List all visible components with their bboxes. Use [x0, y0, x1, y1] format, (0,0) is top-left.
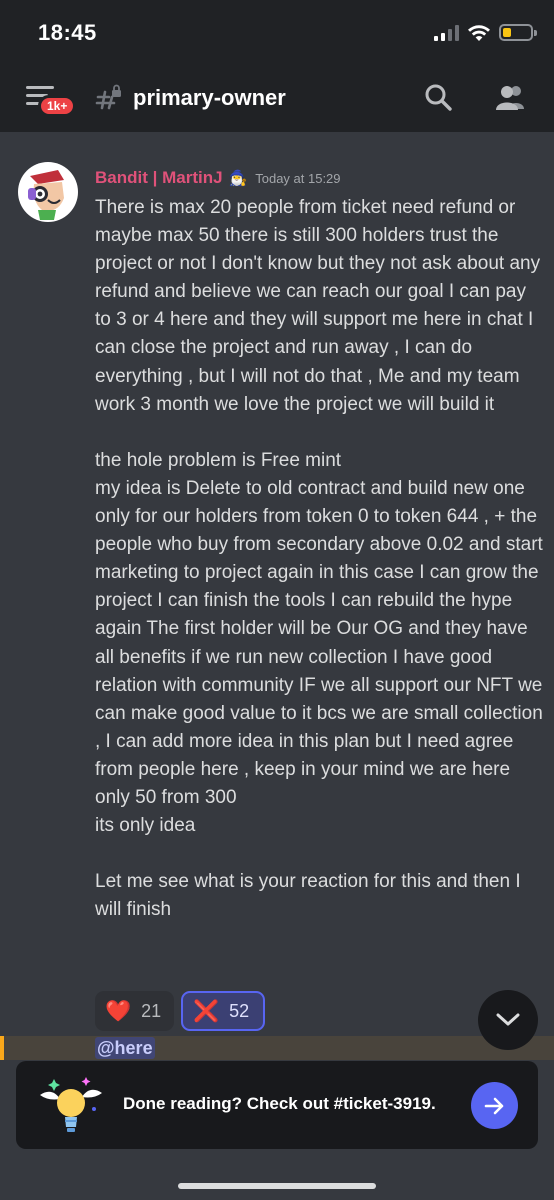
jump-to-bottom-button[interactable] — [478, 990, 538, 1050]
search-icon[interactable] — [424, 83, 452, 111]
message-body: There is max 20 people from ticket need … — [95, 194, 545, 924]
next-channel-banner[interactable]: Done reading? Check out #ticket-3919. — [16, 1061, 538, 1149]
here-mention[interactable]: @here — [95, 1037, 155, 1059]
reaction-heart[interactable]: ❤️ 21 — [95, 991, 174, 1031]
reaction-count: 21 — [141, 1000, 162, 1021]
message-header: Bandit | MartinJ 🧙‍♂️ Today at 15:29 — [95, 168, 341, 192]
arrow-right-icon — [484, 1097, 503, 1114]
chevron-down-icon — [496, 1013, 520, 1026]
message-paragraph: the hole problem is Free mint — [95, 449, 342, 471]
message-paragraph: There is max 20 people from ticket need … — [95, 197, 541, 415]
message-timestamp: Today at 15:29 — [255, 170, 341, 186]
go-to-channel-button[interactable] — [471, 1082, 518, 1129]
message-paragraph: Let me see what is your reaction for thi… — [95, 871, 521, 921]
members-icon[interactable] — [494, 83, 526, 111]
banner-text: Done reading? Check out #ticket-3919. — [123, 1094, 436, 1113]
clock: 18:45 — [38, 20, 97, 45]
winged-lightbulb-icon — [40, 1077, 102, 1132]
unread-badge: 1k+ — [38, 95, 77, 117]
author-role-emoji: 🧙‍♂️ — [228, 170, 248, 187]
heart-emoji-icon: ❤️ — [105, 999, 132, 1023]
author-avatar[interactable] — [18, 162, 78, 222]
cross-mark-emoji-icon: ❌ — [193, 999, 220, 1023]
reaction-cross[interactable]: ❌ 52 — [181, 991, 265, 1031]
message-paragraph: its only idea — [95, 815, 196, 837]
channel-name: primary-owner — [133, 85, 286, 110]
message-paragraph: my idea is Delete to old contract and bu… — [95, 477, 543, 808]
battery-icon — [499, 24, 537, 41]
reaction-count: 52 — [229, 1000, 250, 1021]
wifi-icon — [468, 25, 490, 41]
mention-highlight-row: @here — [0, 1036, 554, 1060]
status-bar: 18:45 — [0, 0, 554, 66]
locked-hash-icon — [95, 84, 121, 110]
home-indicator[interactable] — [178, 1183, 376, 1189]
channel-header: 1k+ primary-owner — [0, 66, 554, 132]
cellular-signal-icon — [434, 25, 460, 41]
author-name[interactable]: Bandit | MartinJ — [95, 168, 223, 187]
